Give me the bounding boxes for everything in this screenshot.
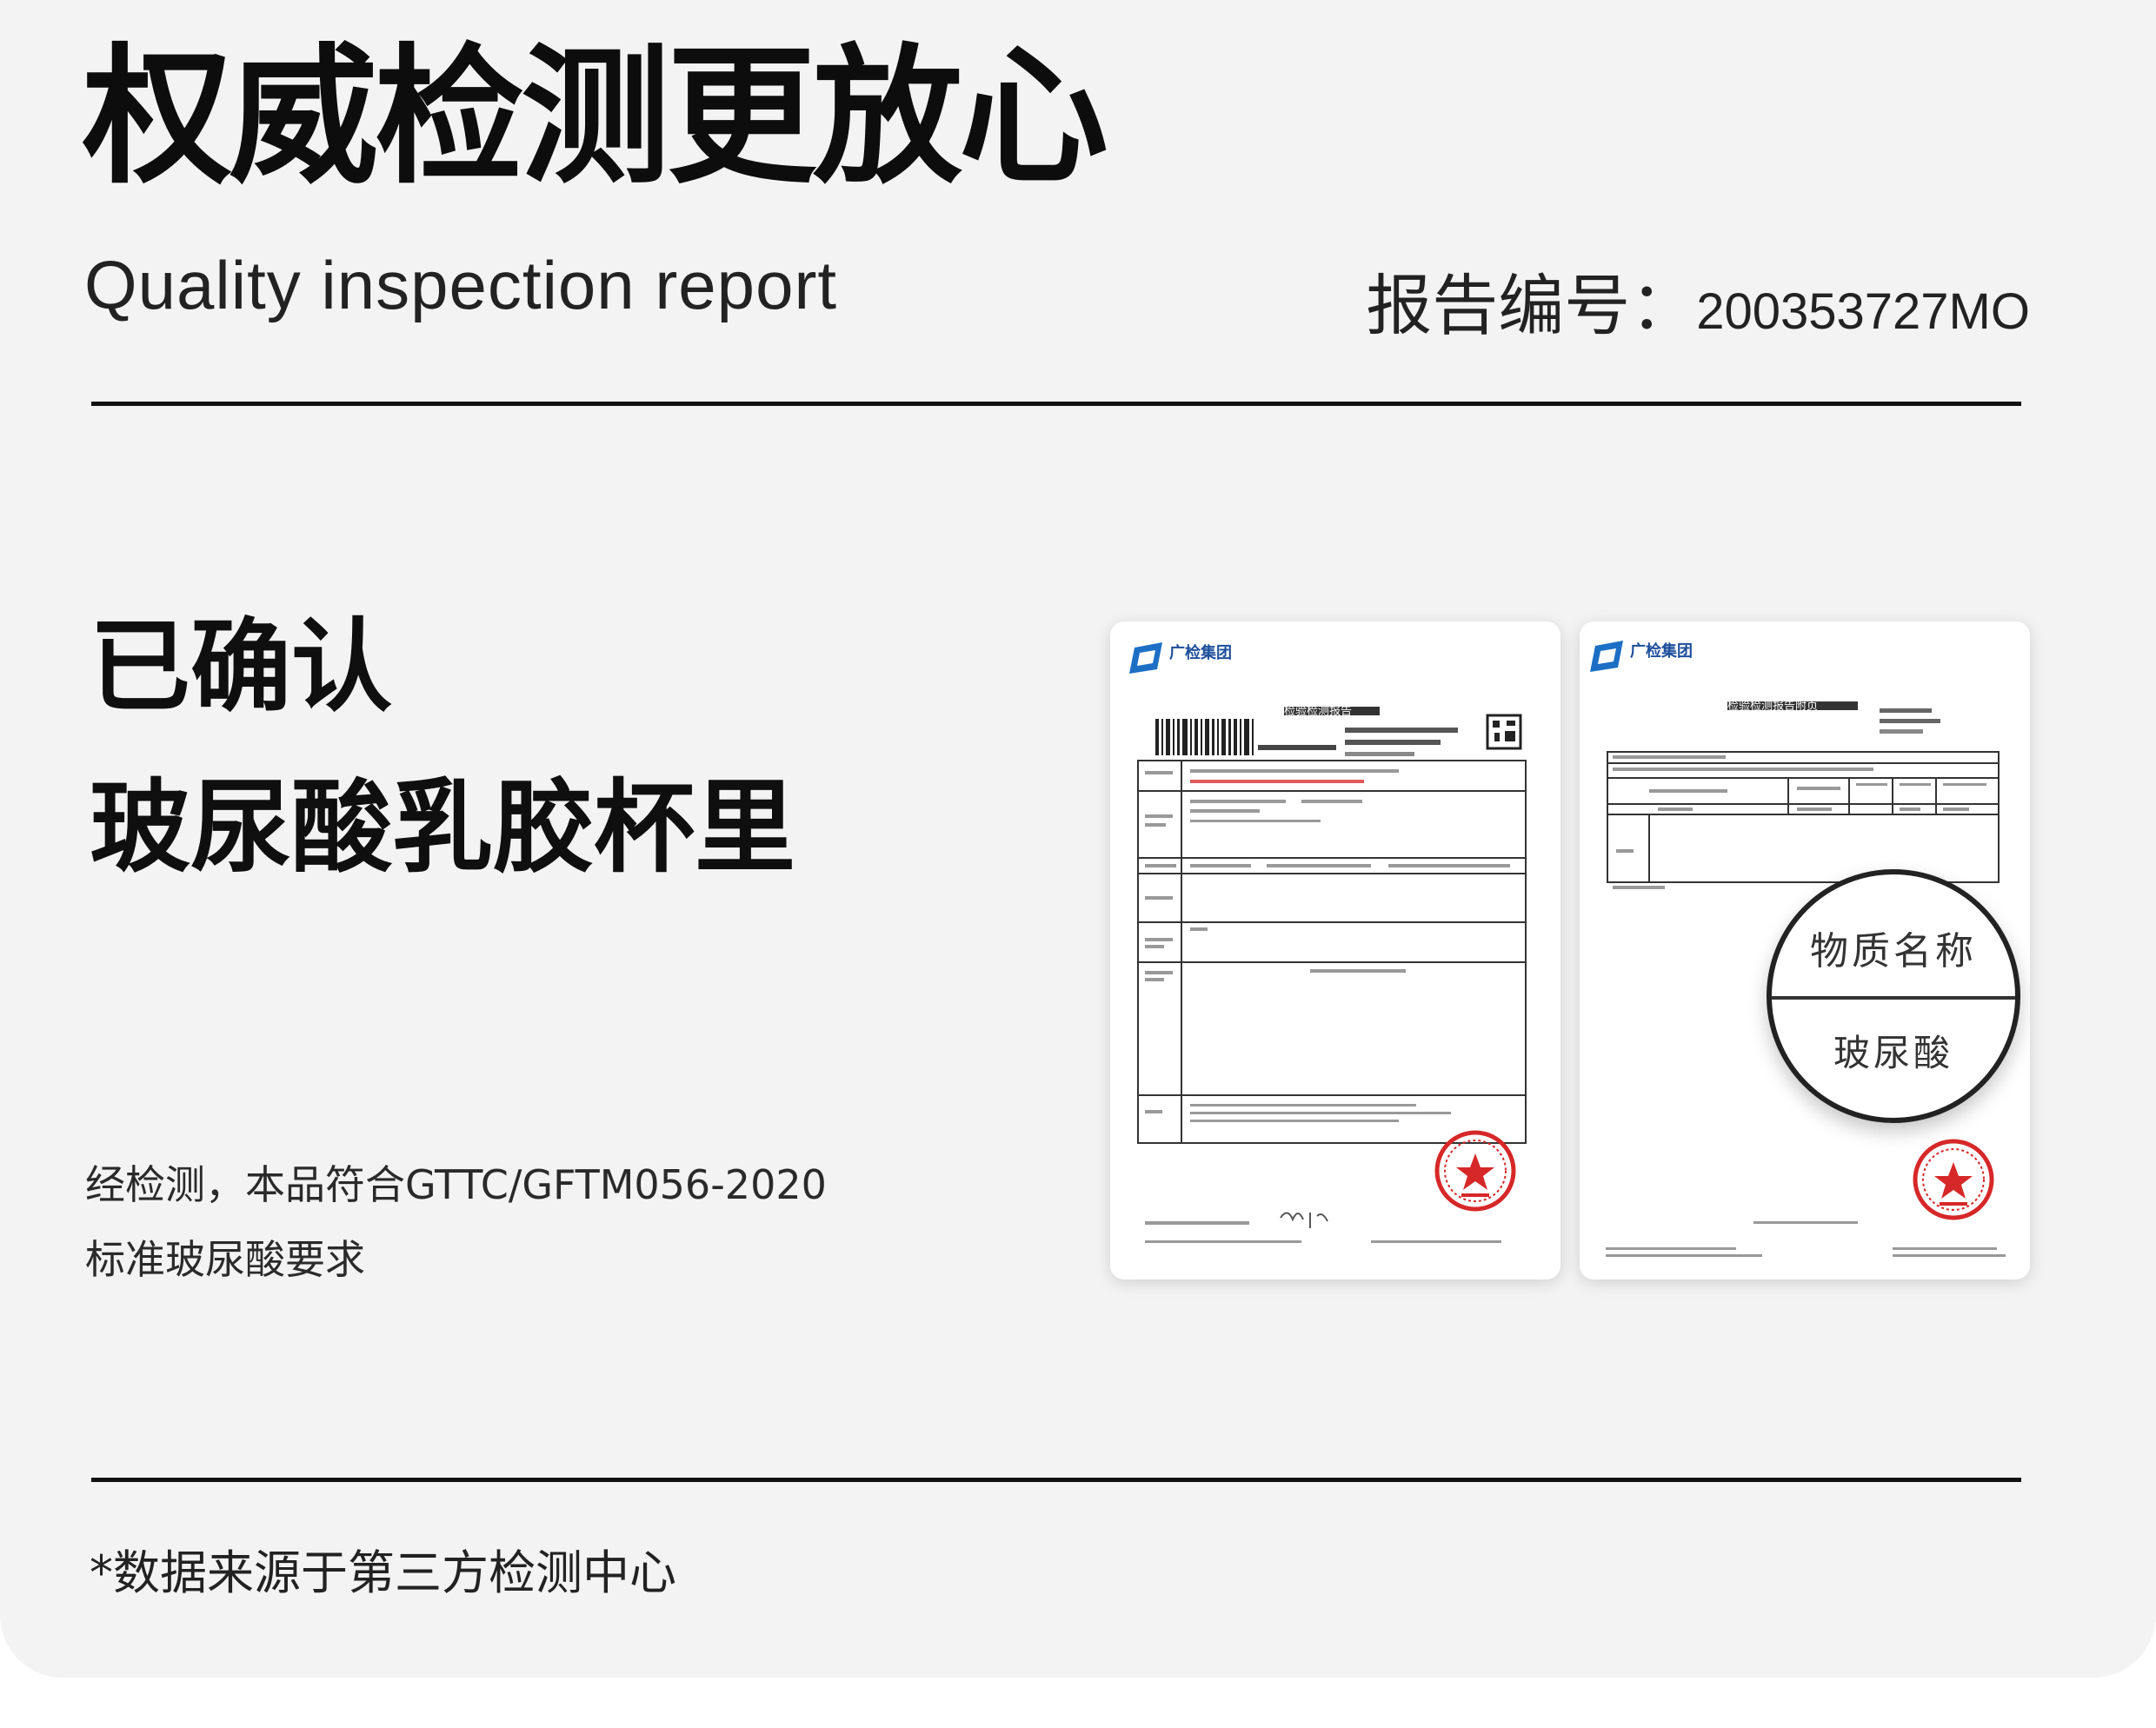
bottom-divider bbox=[91, 1478, 2021, 1482]
confirm-line-2: 玻尿酸乳胶杯里 bbox=[90, 769, 795, 887]
magnified-column-header: 物质名称 bbox=[1810, 929, 1977, 974]
data-source-note: *数据来源于第三方检测中心 bbox=[90, 1545, 676, 1600]
report-number-label: 报告编号： bbox=[1366, 267, 1697, 344]
confirm-line-1: 已确认 bbox=[90, 608, 392, 726]
document-title: 检验检测报告 bbox=[1284, 705, 1353, 718]
document-title: 检验检测报告附页 bbox=[1727, 700, 1819, 713]
magnifier-lens: 物质名称 玻尿酸 bbox=[1767, 869, 2020, 1123]
document-brand: 广检集团 bbox=[1630, 642, 1693, 661]
magnified-substance-value: 玻尿酸 bbox=[1833, 1032, 1953, 1074]
barcode-icon bbox=[1155, 719, 1254, 755]
official-stamp-icon bbox=[1913, 1139, 1994, 1220]
report-number: 报告编号：200353727MO bbox=[1366, 252, 2030, 348]
document-brand: 广检集团 bbox=[1169, 644, 1232, 662]
report-document-main-drawing bbox=[1129, 642, 1527, 1243]
description-line-1: 经检测，本品符合GTTC/GFTM056-2020 bbox=[85, 1161, 827, 1208]
report-card: 权威检测更放心 Quality inspection report 报告编号：2… bbox=[0, 0, 2156, 1678]
confirm-heading: 已确认 玻尿酸乳胶杯里 bbox=[90, 587, 795, 908]
report-document-main: 广检集团 检验检测报告 bbox=[1110, 621, 1560, 1279]
gttc-logo-icon bbox=[1129, 642, 1162, 674]
qr-code-icon bbox=[1486, 714, 1522, 750]
description-line-2: 标准玻尿酸要求 bbox=[85, 1236, 365, 1283]
report-document-appendix: 广检集团 检验检测报告附页 物质名称 玻尿酸 bbox=[1580, 621, 2030, 1279]
official-stamp-icon bbox=[1434, 1130, 1516, 1212]
page-title: 权威检测更放心 bbox=[83, 30, 1108, 204]
magnified-divider bbox=[1772, 996, 2015, 1000]
top-divider bbox=[91, 402, 2021, 406]
page-subtitle: Quality inspection report bbox=[84, 247, 838, 323]
gttc-logo-icon bbox=[1590, 641, 1623, 672]
report-number-value: 200353727MO bbox=[1696, 283, 2030, 340]
inspection-description: 经检测，本品符合GTTC/GFTM056-2020 标准玻尿酸要求 bbox=[85, 1147, 827, 1297]
